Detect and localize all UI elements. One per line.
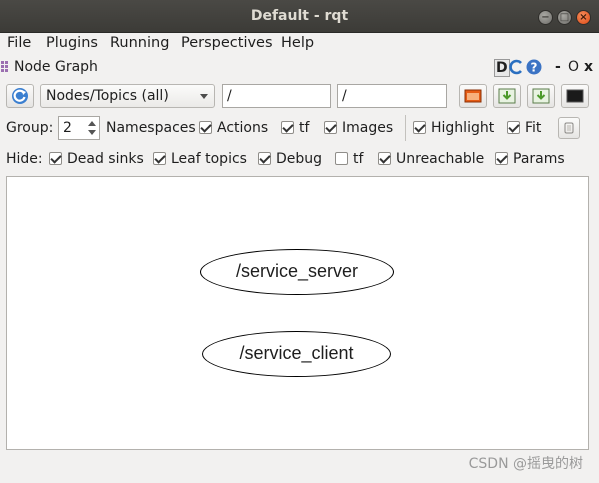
group-label: Group: — [6, 120, 54, 136]
menu-help[interactable]: Help — [281, 35, 314, 51]
save-dot-icon — [498, 88, 516, 104]
tf-group-checkbox[interactable] — [281, 121, 294, 134]
plugin-close-button[interactable]: x — [584, 59, 593, 75]
dead-sinks-label: Dead sinks — [67, 151, 144, 167]
menu-perspectives[interactable]: Perspectives — [181, 35, 273, 51]
graph-mode-select[interactable]: Nodes/Topics (all) — [40, 84, 215, 108]
tf-hide-checkbox[interactable] — [335, 152, 348, 165]
debug-checkbox[interactable] — [258, 152, 271, 165]
graph-canvas[interactable]: /service_server /service_client — [6, 176, 589, 450]
options-separator — [405, 115, 406, 141]
window-maximize-button[interactable]: □ — [557, 10, 572, 25]
fit-in-view-button[interactable] — [558, 117, 580, 139]
window-titlebar: Default - rqt − □ × — [0, 0, 599, 33]
graph-node[interactable]: /service_client — [202, 331, 391, 377]
fit-checkbox[interactable] — [507, 121, 520, 134]
chevron-down-icon — [200, 94, 208, 99]
svg-text:?: ? — [531, 61, 538, 75]
plugin-title: Node Graph — [14, 59, 98, 75]
menubar: File Plugins Running Perspectives Help — [0, 33, 599, 55]
hide-label: Hide: — [6, 151, 43, 167]
unreachable-checkbox[interactable] — [378, 152, 391, 165]
background-ghost-text — [206, 0, 536, 6]
group-value: 2 — [63, 120, 72, 136]
dock-d-button[interactable]: D — [494, 59, 510, 77]
params-label: Params — [513, 151, 565, 167]
images-label: Images — [342, 120, 394, 136]
spin-up-icon[interactable] — [88, 121, 96, 126]
leaf-topics-checkbox[interactable] — [153, 152, 166, 165]
refresh-graph-button[interactable] — [6, 84, 34, 108]
actions-checkbox[interactable] — [199, 121, 212, 134]
images-checkbox[interactable] — [324, 121, 337, 134]
group-spinbox[interactable]: 2 — [58, 116, 100, 140]
window-minimize-button[interactable]: − — [538, 10, 553, 25]
save-svg-icon — [532, 88, 550, 104]
help-icon[interactable]: ? — [526, 59, 542, 75]
tf-hide-label: tf — [353, 151, 364, 167]
params-checkbox[interactable] — [495, 152, 508, 165]
reload-c-icon[interactable] — [509, 59, 525, 75]
topic-filter-input[interactable]: / — [337, 84, 447, 108]
actions-label: Actions — [217, 120, 269, 136]
load-dot-button[interactable] — [459, 84, 487, 108]
window-close-button[interactable]: × — [576, 10, 591, 25]
save-dot-button[interactable] — [493, 84, 521, 108]
folder-open-icon — [464, 89, 482, 103]
node-filter-input[interactable]: / — [222, 84, 331, 108]
tf-group-label: tf — [299, 120, 310, 136]
graph-node[interactable]: /service_server — [200, 249, 394, 295]
highlight-checkbox[interactable] — [413, 121, 426, 134]
debug-label: Debug — [276, 151, 323, 167]
plugin-minimize-button[interactable]: - — [555, 59, 561, 75]
plugin-restore-button[interactable]: O — [568, 59, 579, 75]
unreachable-label: Unreachable — [396, 151, 485, 167]
namespaces-label: Namespaces — [106, 120, 196, 136]
fit-view-icon — [564, 122, 574, 134]
spin-down-icon[interactable] — [88, 130, 96, 135]
graph-mode-value: Nodes/Topics (all) — [46, 88, 169, 104]
menu-running[interactable]: Running — [110, 35, 169, 51]
refresh-icon — [12, 88, 28, 104]
plugin-grid-icon — [1, 61, 8, 72]
dead-sinks-checkbox[interactable] — [49, 152, 62, 165]
screen-icon — [566, 89, 584, 103]
window-title: Default - rqt — [250, 8, 349, 24]
save-svg-button[interactable] — [527, 84, 555, 108]
plugin-header: Node Graph D ? - O x — [0, 57, 599, 79]
highlight-label: Highlight — [431, 120, 495, 136]
fit-label: Fit — [525, 120, 542, 136]
menu-file[interactable]: File — [7, 35, 31, 51]
watermark: CSDN @摇曳的树 — [468, 456, 583, 472]
menu-plugins[interactable]: Plugins — [46, 35, 98, 51]
leaf-topics-label: Leaf topics — [171, 151, 247, 167]
save-image-button[interactable] — [561, 84, 589, 108]
